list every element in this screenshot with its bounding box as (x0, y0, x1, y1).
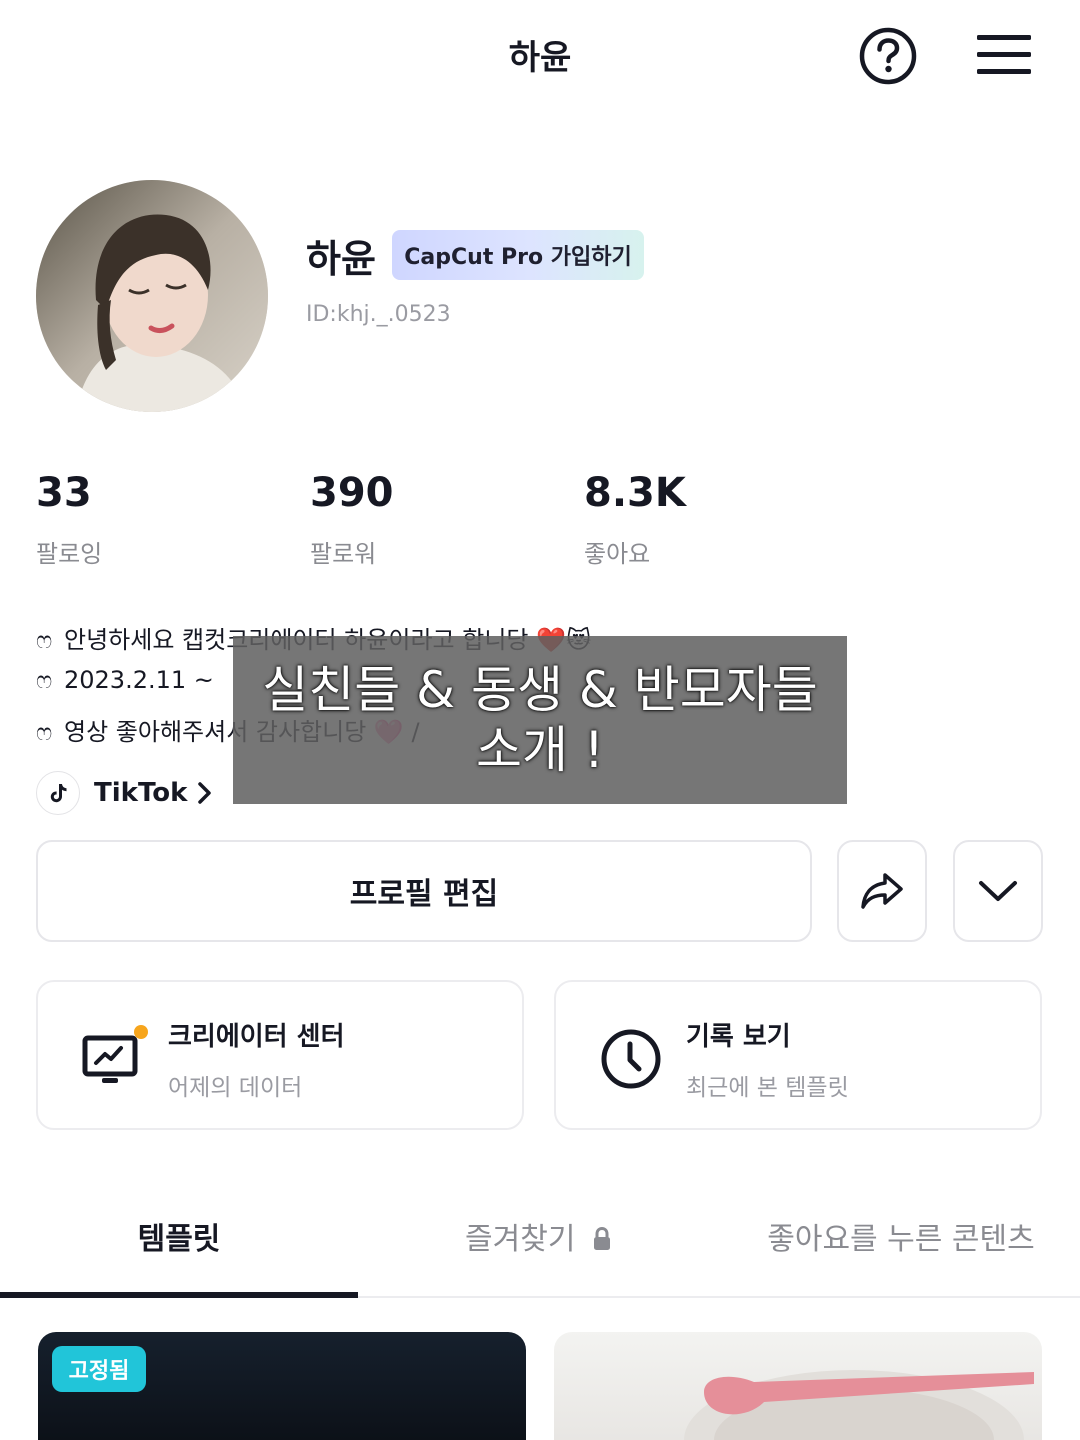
stat-following[interactable]: 33 팔로잉 (36, 470, 102, 569)
share-arrow-icon (861, 873, 903, 909)
lock-icon (593, 1226, 610, 1250)
pinned-badge: 고정됨 (52, 1346, 146, 1392)
hamburger-menu-icon (977, 35, 1031, 74)
template-thumbnail[interactable]: 고정됨 (38, 1332, 526, 1440)
display-name: 하윤 (306, 237, 376, 281)
stat-label: 좋아요 (584, 540, 651, 568)
clock-icon (601, 1029, 661, 1089)
tab-label: 즐겨찾기 (465, 1222, 576, 1257)
page-title: 하윤 (508, 38, 572, 78)
caption-line: 실친들 & 동생 & 반모자들 (262, 661, 818, 719)
card-title: 크리에이터 센터 (168, 1022, 345, 1052)
avatar[interactable] (36, 180, 268, 412)
capcut-pro-badge[interactable]: CapCut Pro 가입하기 (392, 230, 644, 280)
avatar-photo (36, 180, 268, 412)
caption-line: 소개 ! (476, 721, 604, 779)
card-subtitle: 어제의 데이터 (168, 1075, 303, 1101)
bio-text: 2023.2.11 ~ (64, 666, 214, 694)
active-tab-indicator (0, 1292, 358, 1298)
tab-favorites[interactable]: 즐겨찾기 (360, 1214, 718, 1258)
stat-value: 33 (36, 470, 92, 516)
stat-value: 8.3K (584, 470, 686, 516)
bio-line: ෆ 2023.2.11 ~ (36, 666, 214, 694)
bio-marker: ෆ (36, 626, 53, 654)
bio-marker: ෆ (36, 718, 53, 746)
tiktok-label: TikTok (94, 778, 188, 808)
chevron-right-icon (198, 782, 212, 804)
tab-templates[interactable]: 템플릿 (0, 1214, 358, 1258)
share-profile-button[interactable] (837, 840, 927, 942)
edit-profile-button[interactable]: 프로필 편집 (36, 840, 812, 942)
stat-followers[interactable]: 390 팔로워 (310, 470, 394, 569)
stat-label: 팔로워 (310, 540, 377, 568)
stat-likes[interactable]: 8.3K 좋아요 (584, 470, 686, 569)
thumbnail-image (684, 1370, 1034, 1440)
history-card[interactable]: 기록 보기 최근에 본 템플릿 (554, 980, 1042, 1130)
chevron-down-icon (979, 881, 1017, 901)
help-button[interactable] (858, 26, 918, 86)
user-id: ID:khj._.0523 (306, 302, 451, 327)
creator-center-card[interactable]: 크리에이터 센터 어제의 데이터 (36, 980, 524, 1130)
stat-value: 390 (310, 470, 394, 516)
tab-liked-content[interactable]: 좋아요를 누른 콘텐츠 (722, 1214, 1080, 1258)
content-tabs: 템플릿 즐겨찾기 좋아요를 누른 콘텐츠 (0, 1190, 1080, 1298)
top-bar: 하윤 (0, 0, 1080, 110)
stat-label: 팔로잉 (36, 540, 103, 568)
question-circle-icon (859, 27, 917, 85)
bio-marker: ෆ (36, 666, 53, 694)
more-options-button[interactable] (953, 840, 1043, 942)
template-thumbnail[interactable] (554, 1332, 1042, 1440)
tiktok-link[interactable]: TikTok (36, 770, 215, 816)
card-subtitle: 최근에 본 템플릿 (686, 1075, 849, 1101)
tiktok-icon (36, 771, 80, 815)
caption-overlay: 실친들 & 동생 & 반모자들 소개 ! (233, 636, 847, 804)
monitor-chart-icon (82, 1025, 148, 1083)
card-title: 기록 보기 (686, 1022, 791, 1052)
menu-button[interactable] (975, 30, 1033, 80)
